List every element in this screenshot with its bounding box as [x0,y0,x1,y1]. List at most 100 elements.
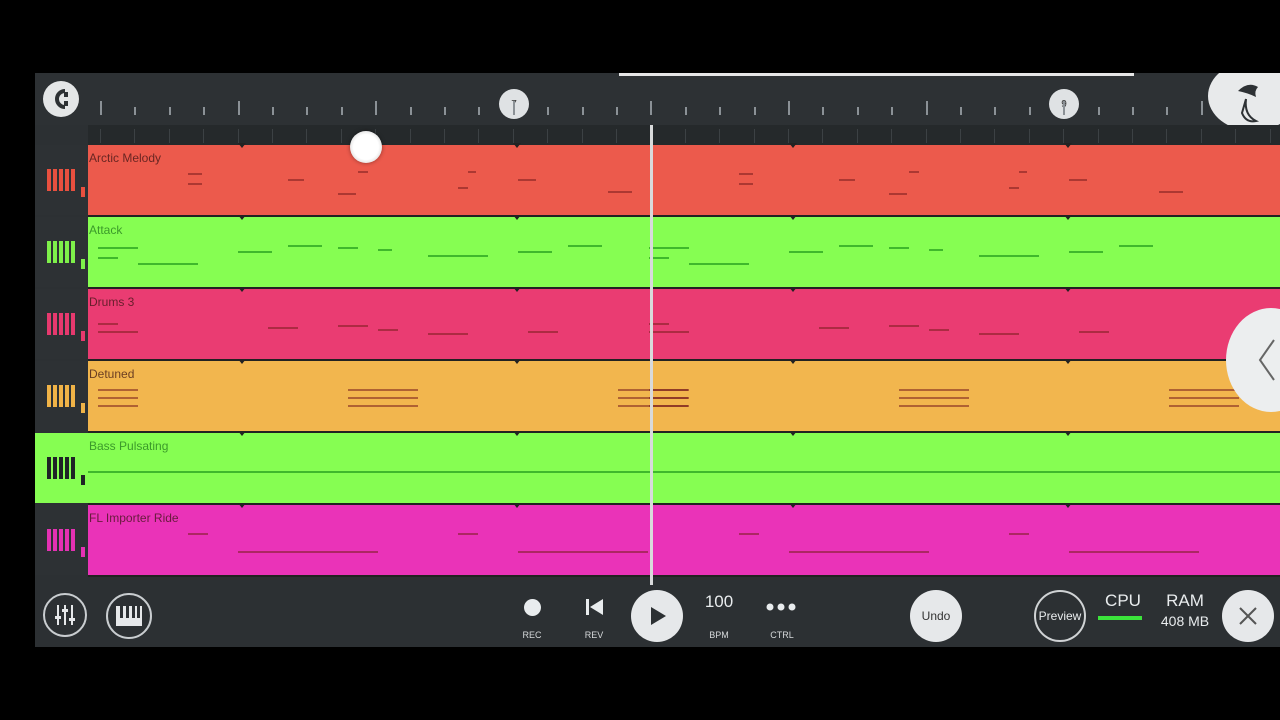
tempo-value[interactable]: 100 [699,592,739,612]
note-block [348,405,418,407]
note-block [649,331,689,333]
piano-key [71,313,75,335]
preview-button[interactable]: Preview [1034,590,1086,642]
ruler-tick [100,101,102,115]
piano-key [65,457,69,479]
magnet-icon[interactable] [43,81,79,117]
track-lane[interactable]: Bass Pulsating [88,431,1280,503]
note-block [1169,389,1239,391]
note-block [188,173,202,175]
track-lane[interactable]: Attack [88,215,1280,287]
transport-bar: REC REV 100 BPM CTRL Undo Preview CPU RA… [35,585,1280,647]
timeline-ruler[interactable]: 7 9 [88,73,1280,125]
track-header-selected[interactable] [35,433,88,503]
track-lane[interactable]: Drums 3 [88,287,1280,359]
note-block [929,249,943,251]
ruler-segment [547,129,549,143]
track-name: Detuned [89,367,135,381]
note-block [288,179,304,181]
fl-studio-mobile-window: 7 9 Arctic Melody Attack [35,73,1280,647]
playlist-tracks: Arctic Melody Attack Drums 3 Detuned Bas… [35,143,1280,585]
track-header[interactable] [35,505,88,575]
piano-key [47,529,51,551]
note-block [288,245,322,247]
clip-start-marker [513,287,521,292]
clip-start-marker [238,215,246,220]
ruler-tick [891,107,894,115]
record-button[interactable] [518,593,546,621]
ruler-segment [1269,129,1271,143]
note-block [819,327,849,329]
track-lane[interactable]: Arctic Melody [88,143,1280,215]
close-button[interactable] [1222,590,1274,642]
ruler-segment [925,129,927,143]
mixer-button[interactable] [43,593,87,637]
ruler-segment [512,129,514,143]
track-header[interactable] [35,217,88,287]
piano-icon [116,606,142,626]
note-block [929,329,949,331]
track-name: Attack [89,223,123,237]
track-row: FL Importer Ride [35,503,1280,577]
ruler-tick [1097,107,1100,115]
piano-key [53,169,57,191]
track-name: FL Importer Ride [89,511,179,525]
rev-label: REV [584,630,604,640]
ruler-segment [616,129,617,143]
clip-start-marker [1064,431,1072,436]
undo-button[interactable]: Undo [910,590,962,642]
note-block [518,179,536,181]
note-block [899,405,969,407]
note-block [649,247,689,249]
track-header[interactable] [35,145,88,215]
note-block [348,397,418,399]
ruler-tick [684,107,687,115]
note-block [789,251,823,253]
ruler-segment [340,129,342,143]
ctrl-button[interactable] [763,593,799,621]
track-header[interactable] [35,361,88,431]
piano-key [59,457,63,479]
clip-start-marker [789,431,797,436]
rewind-button[interactable] [580,593,608,621]
track-color-dot [81,403,85,413]
note-block [458,533,478,535]
playhead[interactable] [650,125,653,585]
ruler-tick [409,107,412,115]
ruler-segment [409,129,411,143]
piano-key [53,529,57,551]
ruler-tick [1132,107,1134,115]
piano-key [65,169,69,191]
note-block [979,255,1039,257]
note-block [789,551,929,553]
undo-label: Undo [921,609,951,623]
clip-start-marker [1064,503,1072,508]
note-block [1009,187,1019,189]
piano-key [53,313,57,335]
note-block [649,397,689,399]
ruler-segment [581,129,583,143]
ruler-segment [203,129,205,143]
ruler-segment [1235,129,1237,143]
note-block [899,397,969,399]
piano-icon [47,313,75,335]
note-block [899,389,969,391]
ruler-tick [581,107,584,115]
piano-key [59,313,63,335]
piano-key [59,529,63,551]
track-lane[interactable]: FL Importer Ride [88,503,1280,575]
play-button[interactable] [631,590,683,642]
piano-roll-button[interactable] [106,593,152,639]
note-block [98,397,138,399]
track-lane[interactable]: Detuned [88,359,1280,431]
piano-icon [47,385,75,407]
track-row: Bass Pulsating [35,431,1280,505]
ruler-segment [1166,129,1168,143]
ruler-segment [100,129,101,143]
fl-fruit-logo[interactable] [1208,73,1280,131]
track-header[interactable] [35,289,88,359]
ruler-segment [272,129,273,143]
note-block [98,389,138,391]
note-block [739,183,753,185]
track-row: Arctic Melody [35,143,1280,217]
